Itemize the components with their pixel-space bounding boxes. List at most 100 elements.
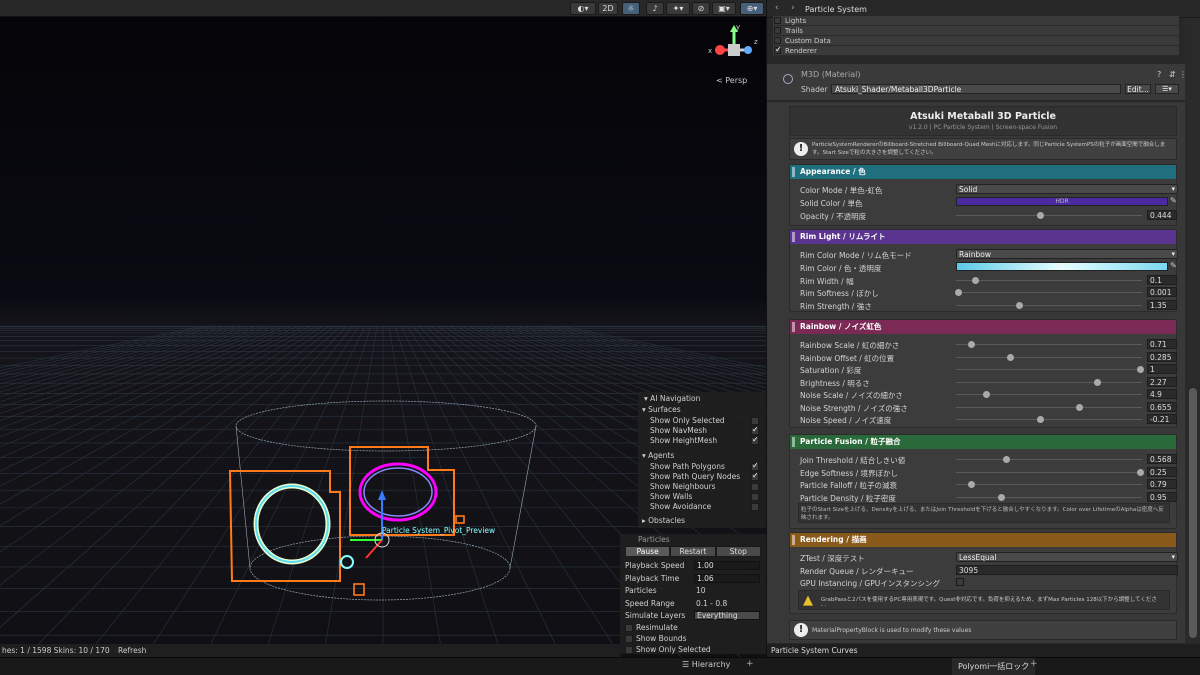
preset-icon[interactable]: ⇵ xyxy=(1169,70,1176,79)
stop-button[interactable]: Stop xyxy=(715,546,761,557)
scene-view[interactable]: Particle System_Pivot_Preview ◐▾ 2D ☼ ♪ … xyxy=(0,0,766,657)
orientation-gizmo[interactable]: y x z xyxy=(706,22,762,78)
rainbow-property-field[interactable]: 2.27 xyxy=(1147,376,1177,387)
hierarchy-tab[interactable]: ☰ Hierarchy xyxy=(682,660,730,669)
shader-options-icon[interactable]: ☰▾ xyxy=(1155,84,1179,94)
shading-dropdown[interactable]: ◐▾ xyxy=(570,2,596,15)
fusion-property-field[interactable]: 0.25 xyxy=(1147,466,1177,477)
opacity-field[interactable]: 0.444 xyxy=(1147,210,1177,220)
agent-option-checkbox[interactable] xyxy=(751,493,759,501)
rainbow-property-label: Brightness / 明るさ xyxy=(800,378,870,388)
rainbow-property-slider[interactable] xyxy=(956,341,1142,348)
rim-width-label: Rim Width / 幅 xyxy=(800,277,854,286)
show-only-selected-checkbox[interactable] xyxy=(625,646,633,654)
rainbow-property-slider[interactable] xyxy=(956,353,1142,361)
pause-button[interactable]: Pause xyxy=(625,546,671,557)
rainbow-property-field[interactable]: -0.21 xyxy=(1147,414,1177,424)
rainbow-property-slider[interactable] xyxy=(956,416,1142,423)
agent-option-checkbox[interactable] xyxy=(751,483,759,491)
rim-color-gradient[interactable]: HDR xyxy=(956,262,1168,271)
opacity-slider[interactable] xyxy=(956,212,1142,219)
shader-dropdown[interactable]: Atsuki_Shader/Metaball3DParticle xyxy=(831,84,1121,94)
fusion-property-field[interactable]: 0.79 xyxy=(1147,479,1177,489)
rainbow-property-field[interactable]: 0.285 xyxy=(1147,351,1177,362)
back-icon[interactable]: ‹ xyxy=(775,3,779,13)
obstacles-foldout[interactable]: ▸ Obstacles xyxy=(642,516,685,525)
rainbow-property-field[interactable]: 0.71 xyxy=(1147,339,1177,349)
rim-mode-dropdown[interactable]: Rainbow xyxy=(956,249,1178,259)
rim-softness-slider[interactable] xyxy=(954,289,1142,296)
agent-option-checkbox[interactable] xyxy=(751,461,759,471)
rim-eyedropper-icon[interactable]: ✎ xyxy=(1170,261,1177,270)
forward-icon[interactable]: › xyxy=(791,3,795,13)
inspector-scrollbar[interactable] xyxy=(1185,18,1200,643)
rainbow-property-slider[interactable] xyxy=(956,366,1145,373)
rainbow-property-field[interactable]: 1 xyxy=(1147,364,1177,374)
resimulate-checkbox[interactable] xyxy=(625,624,633,632)
rainbow-property-slider[interactable] xyxy=(956,378,1142,386)
rainbow-property-field[interactable]: 4.9 xyxy=(1147,389,1177,399)
rainbow-property-field[interactable]: 0.655 xyxy=(1147,401,1177,412)
perspective-label[interactable]: < Persp xyxy=(716,76,747,85)
solid-color-swatch[interactable]: HDR xyxy=(956,197,1168,206)
surface-option-checkbox[interactable] xyxy=(751,425,759,435)
gpu-instancing-checkbox[interactable] xyxy=(956,578,964,586)
audio-icon[interactable]: ♪ xyxy=(646,2,664,15)
edit-shader-button[interactable]: Edit... xyxy=(1125,84,1151,94)
toggle-2d-button[interactable]: 2D xyxy=(598,2,618,15)
fusion-property-slider[interactable] xyxy=(956,481,1142,488)
rainbow-property-slider[interactable] xyxy=(956,403,1142,411)
module-row[interactable]: Lights xyxy=(773,16,1179,26)
eyedropper-icon[interactable]: ✎ xyxy=(1170,196,1177,205)
restart-button[interactable]: Restart xyxy=(670,546,716,557)
module-checkbox[interactable] xyxy=(774,17,781,24)
simulate-layers-dropdown[interactable]: Everything xyxy=(694,611,760,620)
rainbow-property-slider[interactable] xyxy=(956,391,1142,398)
scrollbar-thumb[interactable] xyxy=(1189,388,1197,638)
render-queue-field[interactable]: 3095 xyxy=(956,565,1178,575)
surface-option-checkbox[interactable] xyxy=(751,417,759,425)
agent-option-checkbox[interactable] xyxy=(751,471,759,481)
rainbow-header[interactable]: Rainbow / ノイズ虹色 xyxy=(790,320,1176,334)
module-checkbox[interactable] xyxy=(774,37,781,44)
effects-icon[interactable]: ✦▾ xyxy=(666,2,690,15)
ztest-dropdown[interactable]: LessEqual xyxy=(956,552,1178,562)
polyomi-tab[interactable]: Polyomi一括ロック xyxy=(952,658,1036,675)
lighting-icon[interactable]: ☼ xyxy=(622,2,640,15)
gizmos-icon[interactable]: ⊕▾ xyxy=(740,2,764,15)
hidden-objects-icon[interactable]: ⊘ xyxy=(692,2,710,15)
particle-system-curves-bar[interactable]: Particle System Curves xyxy=(767,644,1200,657)
add-tab-button-2[interactable]: + xyxy=(1030,659,1038,669)
module-row[interactable]: Custom Data xyxy=(773,36,1179,46)
rim-strength-slider[interactable] xyxy=(956,302,1142,309)
add-tab-button[interactable]: + xyxy=(746,659,754,669)
refresh-button[interactable]: Refresh xyxy=(118,646,146,655)
fusion-property-slider[interactable] xyxy=(956,468,1145,476)
module-checkbox[interactable] xyxy=(774,45,782,55)
help-icon[interactable]: ? xyxy=(1157,70,1161,79)
surfaces-foldout[interactable]: ▾ Surfaces xyxy=(642,405,681,414)
rim-strength-field[interactable]: 1.35 xyxy=(1147,300,1177,310)
rim-light-header[interactable]: Rim Light / リムライト xyxy=(790,230,1176,244)
surface-option-checkbox[interactable] xyxy=(751,435,759,445)
agents-foldout[interactable]: ▾ Agents xyxy=(642,451,674,460)
show-bounds-checkbox[interactable] xyxy=(625,635,633,643)
playback-time-field[interactable]: 1.06 xyxy=(694,574,760,583)
fusion-property-field[interactable]: 0.568 xyxy=(1147,454,1177,464)
appearance-header[interactable]: Appearance / 色 xyxy=(790,165,1176,179)
fusion-property-slider[interactable] xyxy=(956,456,1142,463)
fusion-property-slider[interactable] xyxy=(956,493,1142,501)
camera-icon[interactable]: ▣▾ xyxy=(712,2,736,15)
rim-width-field[interactable]: 0.1 xyxy=(1147,275,1177,285)
rendering-header[interactable]: Rendering / 描画 xyxy=(790,533,1176,547)
playback-speed-field[interactable]: 1.00 xyxy=(694,561,760,570)
color-mode-dropdown[interactable]: Solid xyxy=(956,184,1178,194)
agent-option-checkbox[interactable] xyxy=(751,503,759,511)
fusion-property-field[interactable]: 0.95 xyxy=(1147,491,1177,502)
rim-softness-field[interactable]: 0.001 xyxy=(1147,287,1177,297)
module-row[interactable]: Trails xyxy=(773,26,1179,36)
module-row[interactable]: Renderer xyxy=(773,45,1179,56)
particle-fusion-header[interactable]: Particle Fusion / 粒子融合 xyxy=(790,435,1176,449)
module-checkbox[interactable] xyxy=(774,27,781,34)
rim-width-slider[interactable] xyxy=(956,277,1142,284)
